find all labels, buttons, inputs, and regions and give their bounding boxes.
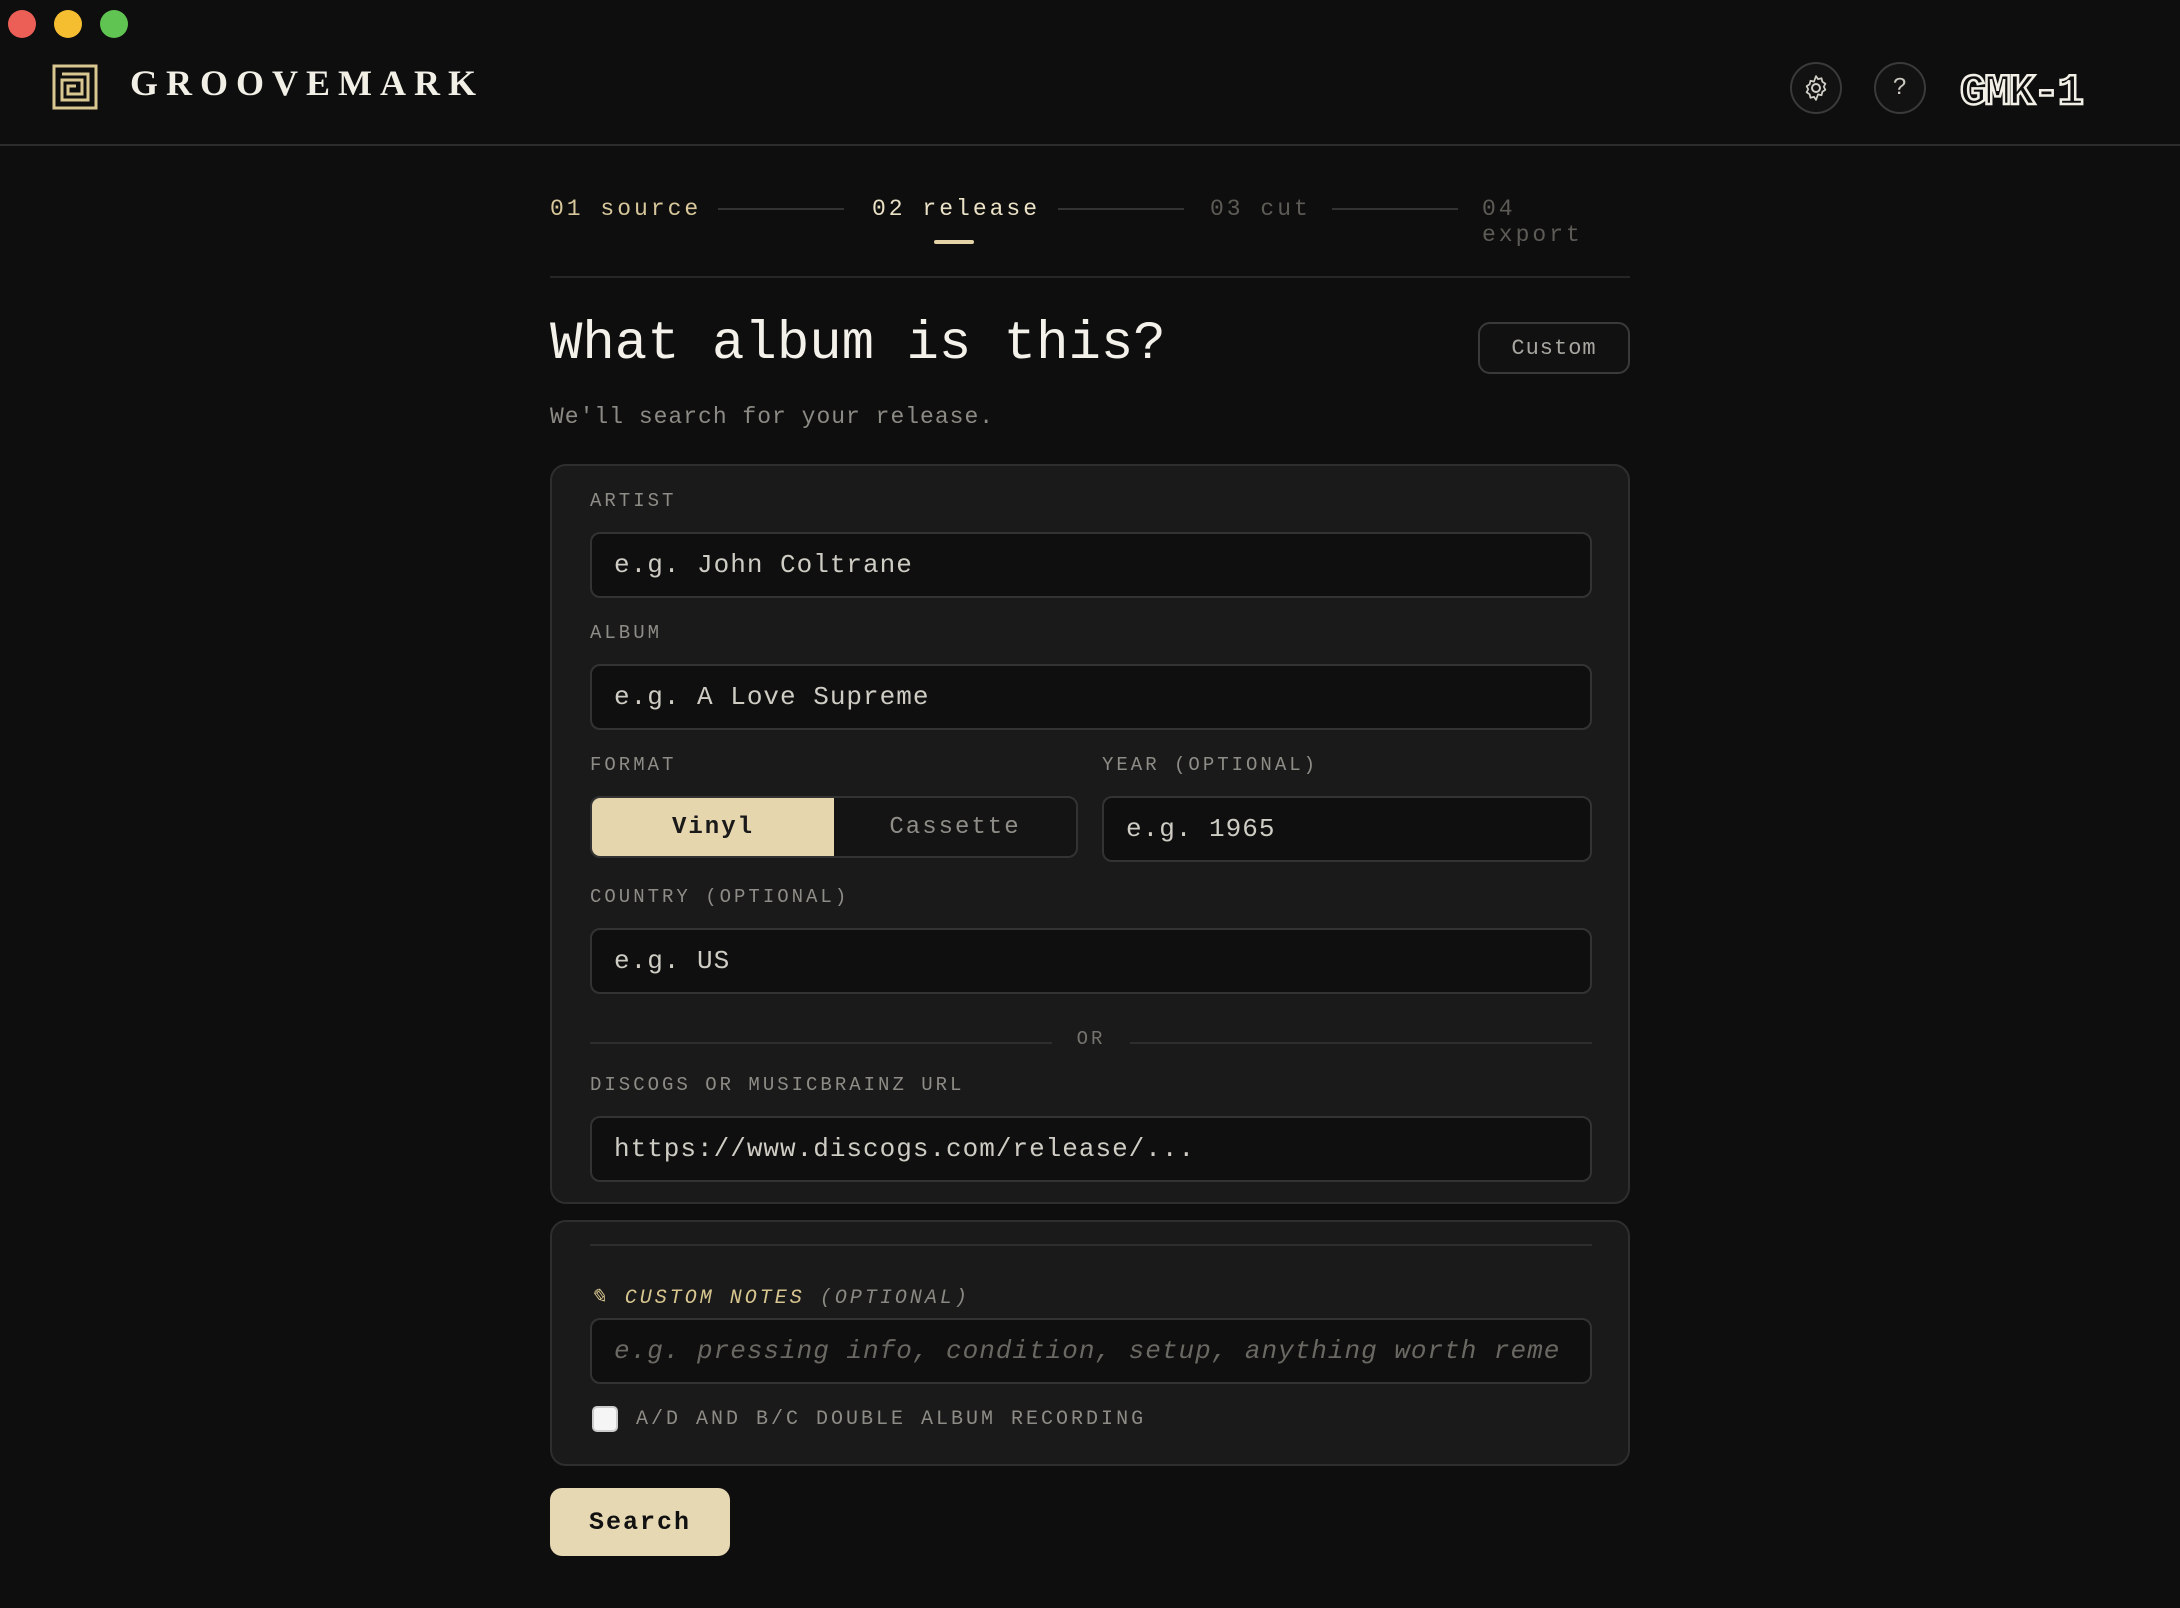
step-connector [1332, 208, 1458, 210]
release-search-card: ARTIST e.g. John Coltrane ALBUM e.g. A L… [550, 464, 1630, 1204]
settings-button[interactable] [1790, 62, 1842, 114]
step-source[interactable]: 01 source [550, 196, 701, 222]
page-title: What album is this? [550, 314, 1166, 375]
step-connector [1058, 208, 1184, 210]
step-connector [718, 208, 844, 210]
device-logo: GMK-1 [1960, 67, 2086, 112]
double-album-checkbox[interactable] [592, 1406, 618, 1432]
format-option-vinyl[interactable]: Vinyl [592, 798, 834, 856]
notes-divider [590, 1244, 1592, 1246]
album-label: ALBUM [590, 622, 663, 644]
content-column: 01 source 02 release 03 cut 04 export Wh… [550, 146, 1630, 1556]
format-option-cassette[interactable]: Cassette [834, 798, 1076, 856]
country-label: COUNTRY (OPTIONAL) [590, 886, 850, 908]
url-label: DISCOGS OR MUSICBRAINZ URL [590, 1074, 965, 1096]
step-export[interactable]: 04 export [1482, 196, 1630, 248]
divider-line [1130, 1042, 1592, 1044]
year-label: YEAR (OPTIONAL) [1102, 754, 1319, 776]
notes-label-optional: (OPTIONAL) [819, 1287, 970, 1310]
step-cut[interactable]: 03 cut [1210, 196, 1311, 222]
gear-icon [1805, 75, 1827, 101]
year-input[interactable]: e.g. 1965 [1102, 796, 1592, 862]
app-header: GROOVEMARK ? GMK-1 [0, 0, 2180, 146]
step-release[interactable]: 02 release [872, 196, 1040, 222]
active-step-indicator [934, 240, 974, 244]
logo-icon [52, 64, 98, 110]
double-album-label[interactable]: A/D AND B/C DOUBLE ALBUM RECORDING [636, 1408, 1146, 1431]
svg-text:GMK-1: GMK-1 [1960, 68, 2083, 112]
artist-input[interactable]: e.g. John Coltrane [590, 532, 1592, 598]
or-divider: OR [590, 1028, 1592, 1058]
custom-button[interactable]: Custom [1478, 322, 1630, 374]
search-button[interactable]: Search [550, 1488, 730, 1556]
album-input[interactable]: e.g. A Love Supreme [590, 664, 1592, 730]
country-input[interactable]: e.g. US [590, 928, 1592, 994]
brand-name: GROOVEMARK [130, 63, 484, 103]
help-button[interactable]: ? [1874, 62, 1926, 114]
custom-notes-card: ✎ CUSTOM NOTES (OPTIONAL) e.g. pressing … [550, 1220, 1630, 1466]
notes-label-text: CUSTOM NOTES [624, 1287, 805, 1310]
url-input[interactable]: https://www.discogs.com/release/... [590, 1116, 1592, 1182]
progress-stepper: 01 source 02 release 03 cut 04 export [550, 146, 1630, 278]
notes-label: ✎ CUSTOM NOTES (OPTIONAL) [590, 1284, 970, 1310]
or-text: OR [1076, 1028, 1106, 1050]
format-selector: Vinyl Cassette [590, 796, 1078, 858]
notes-input[interactable]: e.g. pressing info, condition, setup, an… [590, 1318, 1592, 1384]
pencil-icon: ✎ [590, 1287, 610, 1310]
app-window: GROOVEMARK ? GMK-1 01 source 02 release … [0, 0, 2180, 1608]
format-label: FORMAT [590, 754, 677, 776]
artist-label: ARTIST [590, 490, 677, 512]
page-subtitle: We'll search for your release. [550, 404, 995, 430]
help-icon: ? [1892, 74, 1908, 102]
